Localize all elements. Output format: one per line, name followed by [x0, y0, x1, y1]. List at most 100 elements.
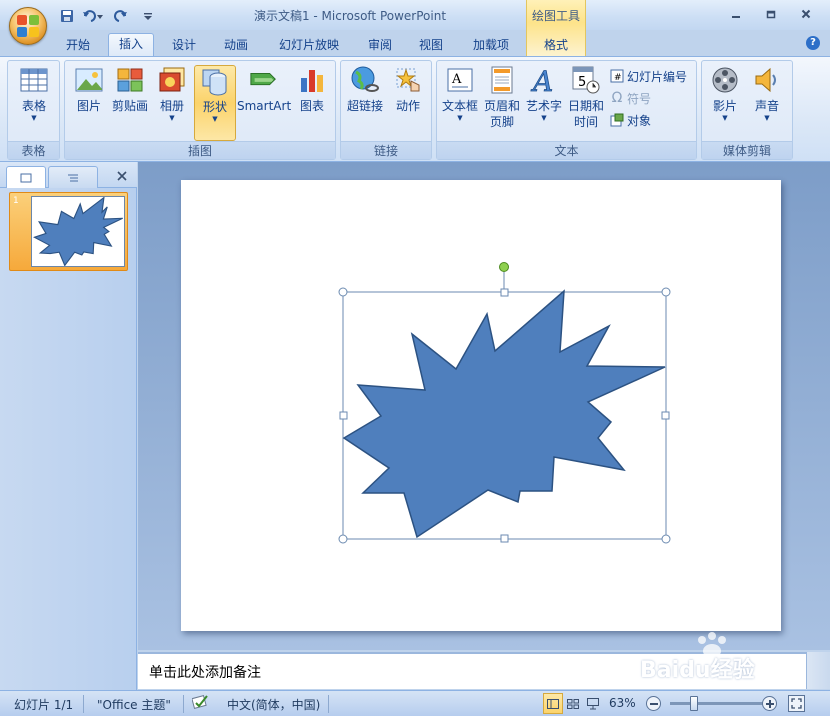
- object-label: 对象: [627, 113, 652, 128]
- resize-handle-bottom-left[interactable]: [338, 534, 348, 544]
- status-divider: [83, 695, 84, 713]
- date-time-label-2: 时间: [573, 115, 598, 129]
- slide-number-label: 幻灯片编号: [627, 69, 688, 84]
- explosion-shape[interactable]: [342, 289, 666, 539]
- photo-album-button[interactable]: 相册 ▼: [151, 65, 193, 141]
- resize-handle-top-left[interactable]: [338, 287, 348, 297]
- vertical-scrollbar[interactable]: [806, 652, 830, 689]
- slideshow-view-icon[interactable]: [583, 693, 603, 714]
- resize-handle-bottom[interactable]: [500, 534, 509, 543]
- help-icon[interactable]: ?: [806, 36, 820, 50]
- picture-label: 图片: [76, 99, 101, 113]
- close-panel-icon[interactable]: [114, 168, 130, 184]
- language[interactable]: 中文(简体，中国): [227, 696, 320, 713]
- tab-format[interactable]: 格式: [530, 35, 582, 56]
- title-bar: 绘图工具 演示文稿1 - Microsoft PowerPoint: [0, 0, 830, 56]
- zoom-slider[interactable]: [670, 702, 770, 705]
- office-button[interactable]: [9, 7, 47, 45]
- movie-button[interactable]: 影片 ▼: [704, 65, 746, 141]
- tab-review[interactable]: 审阅: [358, 35, 402, 56]
- group-label-text: 文本: [437, 141, 696, 159]
- clipart-button[interactable]: 剪贴画: [109, 65, 151, 141]
- chart-label: 图表: [299, 99, 324, 113]
- resize-handle-top[interactable]: [500, 288, 509, 297]
- tab-insert[interactable]: 插入: [108, 33, 154, 57]
- group-label-links: 链接: [341, 141, 431, 159]
- header-footer-button[interactable]: 页眉和 页脚: [482, 65, 522, 141]
- view-buttons: [543, 693, 603, 714]
- outline-icon: [68, 174, 78, 181]
- group-table: 表格 ▼ 表格: [7, 60, 60, 160]
- fit-to-window-icon[interactable]: [788, 695, 805, 712]
- clipart-icon: [115, 65, 145, 95]
- tab-addins[interactable]: 加载项: [462, 35, 520, 56]
- wordart-button[interactable]: A 艺术字 ▼: [523, 65, 565, 141]
- zoom-in-icon[interactable]: [762, 696, 777, 711]
- smartart-button[interactable]: SmartArt: [237, 65, 291, 141]
- slide-number-button[interactable]: # 幻灯片编号: [610, 67, 687, 85]
- office-logo-icon: [17, 15, 39, 37]
- slide-canvas[interactable]: [181, 180, 781, 631]
- shapes-label: 形状: [202, 100, 227, 114]
- status-bar: 幻灯片 1/1 "Office 主题" 中文(简体，中国) 63%: [0, 690, 830, 716]
- action-label: 动作: [395, 99, 420, 113]
- table-button[interactable]: 表格 ▼: [13, 65, 55, 141]
- picture-icon: [74, 65, 104, 95]
- theme-name: "Office 主题": [97, 698, 171, 712]
- resize-handle-top-right[interactable]: [661, 287, 671, 297]
- outline-tab[interactable]: [48, 166, 98, 188]
- dropdown-arrow-icon: ▼: [722, 114, 728, 122]
- action-button[interactable]: 动作: [387, 65, 429, 141]
- minimize-button[interactable]: [720, 4, 752, 24]
- object-button[interactable]: 对象: [610, 111, 651, 129]
- slide-count: 幻灯片 1/1: [14, 698, 74, 712]
- zoom-level[interactable]: 63%: [609, 696, 636, 710]
- slide-sorter-view-icon[interactable]: [563, 693, 583, 714]
- ribbon-tabs: 开始 插入 设计 动画 幻灯片放映 审阅 视图 加载项 格式: [0, 30, 830, 57]
- date-time-button[interactable]: 5 日期和 时间: [565, 65, 607, 141]
- symbol-button[interactable]: Ω 符号: [610, 89, 651, 107]
- spellcheck-icon[interactable]: [191, 694, 210, 713]
- hyperlink-button[interactable]: 超链接: [344, 65, 386, 141]
- zoom-out-icon[interactable]: [646, 696, 661, 711]
- tab-view[interactable]: 视图: [409, 35, 453, 56]
- restore-button[interactable]: [755, 4, 787, 24]
- slides-panel: 1: [0, 162, 137, 690]
- status-divider: [328, 695, 329, 713]
- tab-animations[interactable]: 动画: [214, 35, 258, 56]
- wordart-label: 艺术字: [525, 99, 562, 113]
- hyperlink-label: 超链接: [346, 99, 383, 113]
- group-label-table: 表格: [8, 141, 59, 159]
- slide-number-icon: #: [610, 69, 624, 83]
- tab-slideshow[interactable]: 幻灯片放映: [268, 35, 350, 56]
- textbox-button[interactable]: A 文本框 ▼: [439, 65, 481, 141]
- window-title: 演示文稿1 - Microsoft PowerPoint: [253, 9, 447, 23]
- resize-handle-left[interactable]: [339, 411, 348, 420]
- group-text: A 文本框 ▼ 页眉和 页脚 A 艺术字 ▼ 5 日期和 时间 # 幻灯片编号 …: [436, 60, 697, 160]
- date-time-label-1: 日期和: [567, 99, 604, 113]
- movie-label: 影片: [712, 99, 737, 113]
- rotate-handle[interactable]: [499, 262, 509, 272]
- dropdown-arrow-icon: ▼: [212, 115, 218, 123]
- resize-handle-right[interactable]: [661, 411, 670, 420]
- resize-handle-bottom-right[interactable]: [661, 534, 671, 544]
- zoom-slider-thumb[interactable]: [690, 696, 698, 711]
- tab-home[interactable]: 开始: [56, 35, 100, 56]
- table-label: 表格: [21, 99, 46, 113]
- shapes-button[interactable]: 形状 ▼: [194, 65, 236, 141]
- chart-button[interactable]: 图表: [291, 65, 333, 141]
- normal-view-icon[interactable]: [543, 693, 563, 714]
- tab-design[interactable]: 设计: [162, 35, 206, 56]
- slides-tab[interactable]: [6, 166, 46, 188]
- close-button[interactable]: [790, 4, 822, 24]
- sound-button[interactable]: 声音 ▼: [746, 65, 788, 141]
- group-media: 影片 ▼ 声音 ▼ 媒体剪辑: [701, 60, 793, 160]
- picture-button[interactable]: 图片: [68, 65, 110, 141]
- header-footer-label-1: 页眉和: [483, 99, 520, 113]
- slide-thumbnail[interactable]: 1: [9, 192, 128, 271]
- slide-thumbnail-preview: [31, 196, 125, 267]
- slides-panel-tabs: [0, 162, 137, 188]
- svg-text:A: A: [530, 66, 553, 94]
- notes-placeholder: 单击此处添加备注: [149, 665, 261, 681]
- notes-pane[interactable]: 单击此处添加备注: [138, 652, 806, 689]
